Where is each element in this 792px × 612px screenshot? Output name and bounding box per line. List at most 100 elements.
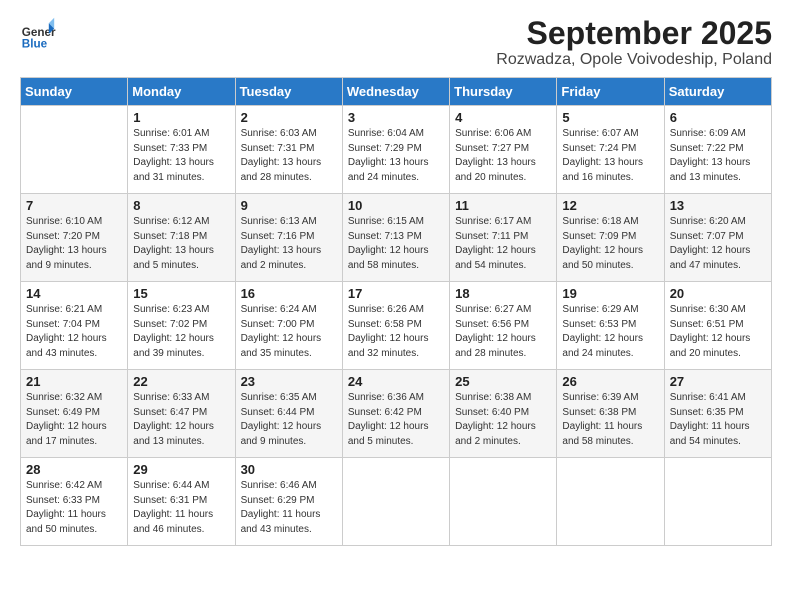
day-detail: Sunrise: 6:42 AMSunset: 6:33 PMDaylight:… (26, 479, 122, 537)
logo-icon: General Blue (20, 16, 56, 52)
calendar-cell: 4Sunrise: 6:06 AMSunset: 7:27 PMDaylight… (450, 106, 557, 194)
day-detail: Sunrise: 6:35 AMSunset: 6:44 PMDaylight:… (241, 391, 337, 449)
week-row-1: 1Sunrise: 6:01 AMSunset: 7:33 PMDaylight… (21, 106, 772, 194)
day-number: 18 (455, 286, 551, 301)
day-detail: Sunrise: 6:17 AMSunset: 7:11 PMDaylight:… (455, 215, 551, 273)
calendar-cell: 6 Sunrise: 6:09 AMSunset: 7:22 PMDaylight… (664, 106, 771, 194)
calendar-cell: 19 Sunrise: 6:29 AMSunset: 6:53 PMDayligh… (557, 282, 664, 370)
calendar-cell: 29 Sunrise: 6:44 AMSunset: 6:31 PMDayligh… (128, 458, 235, 546)
day-number: 5 (562, 110, 658, 125)
header-thursday: Thursday (450, 78, 557, 106)
week-row-2: 7 Sunrise: 6:10 AMSunset: 7:20 PMDaylight… (21, 194, 772, 282)
day-detail: Sunrise: 6:13 AMSunset: 7:16 PMDaylight:… (241, 215, 337, 273)
day-number: 29 (133, 462, 229, 477)
calendar-cell: 3Sunrise: 6:04 AMSunset: 7:29 PMDaylight… (342, 106, 449, 194)
day-detail: Sunrise: 6:23 AMSunset: 7:02 PMDaylight:… (133, 303, 229, 361)
calendar-cell: 11 Sunrise: 6:17 AMSunset: 7:11 PMDayligh… (450, 194, 557, 282)
day-number: 27 (670, 374, 766, 389)
day-number: 2 (241, 110, 337, 125)
day-number: 14 (26, 286, 122, 301)
logo: General Blue (20, 16, 56, 52)
title-block: September 2025 Rozwadza, Opole Voivodesh… (496, 16, 772, 69)
day-detail: Sunrise: 6:20 AMSunset: 7:07 PMDaylight:… (670, 215, 766, 273)
header-friday: Friday (557, 78, 664, 106)
day-number: 12 (562, 198, 658, 213)
day-number: 25 (455, 374, 551, 389)
day-detail: Sunrise: 6:01 AMSunset: 7:33 PMDaylight:… (133, 127, 229, 185)
page-title: September 2025 (496, 16, 772, 51)
calendar-cell: 2 Sunrise: 6:03 AMSunset: 7:31 PMDaylight… (235, 106, 342, 194)
calendar-cell: 23 Sunrise: 6:35 AMSunset: 6:44 PMDayligh… (235, 370, 342, 458)
day-number: 15 (133, 286, 229, 301)
calendar-cell: 7 Sunrise: 6:10 AMSunset: 7:20 PMDaylight… (21, 194, 128, 282)
calendar-cell: 15 Sunrise: 6:23 AMSunset: 7:02 PMDayligh… (128, 282, 235, 370)
day-detail: Sunrise: 6:36 AMSunset: 6:42 PMDaylight:… (348, 391, 444, 449)
day-detail: Sunrise: 6:06 AMSunset: 7:27 PMDaylight:… (455, 127, 551, 185)
header-saturday: Saturday (664, 78, 771, 106)
page-subtitle: Rozwadza, Opole Voivodeship, Poland (496, 51, 772, 69)
header-tuesday: Tuesday (235, 78, 342, 106)
day-number: 30 (241, 462, 337, 477)
day-detail: Sunrise: 6:18 AMSunset: 7:09 PMDaylight:… (562, 215, 658, 273)
day-number: 17 (348, 286, 444, 301)
day-detail: Sunrise: 6:15 AMSunset: 7:13 PMDaylight:… (348, 215, 444, 273)
day-detail: Sunrise: 6:33 AMSunset: 6:47 PMDaylight:… (133, 391, 229, 449)
calendar-cell: 10 Sunrise: 6:15 AMSunset: 7:13 PMDayligh… (342, 194, 449, 282)
day-detail: Sunrise: 6:30 AMSunset: 6:51 PMDaylight:… (670, 303, 766, 361)
calendar-cell: 25 Sunrise: 6:38 AMSunset: 6:40 PMDayligh… (450, 370, 557, 458)
day-number: 6 (670, 110, 766, 125)
calendar-cell (450, 458, 557, 546)
calendar-cell (342, 458, 449, 546)
calendar-cell: 28 Sunrise: 6:42 AMSunset: 6:33 PMDayligh… (21, 458, 128, 546)
day-number: 28 (26, 462, 122, 477)
calendar-cell: 24 Sunrise: 6:36 AMSunset: 6:42 PMDayligh… (342, 370, 449, 458)
day-number: 23 (241, 374, 337, 389)
calendar-cell (664, 458, 771, 546)
calendar-cell: 21Sunrise: 6:32 AMSunset: 6:49 PMDayligh… (21, 370, 128, 458)
page-header: General Blue September 2025 Rozwadza, Op… (20, 16, 772, 69)
day-detail: Sunrise: 6:03 AMSunset: 7:31 PMDaylight:… (241, 127, 337, 185)
week-row-5: 28 Sunrise: 6:42 AMSunset: 6:33 PMDayligh… (21, 458, 772, 546)
calendar-cell: 18 Sunrise: 6:27 AMSunset: 6:56 PMDayligh… (450, 282, 557, 370)
day-detail: Sunrise: 6:09 AMSunset: 7:22 PMDaylight:… (670, 127, 766, 185)
day-detail: Sunrise: 6:32 AMSunset: 6:49 PMDaylight:… (26, 391, 122, 449)
day-number: 7 (26, 198, 122, 213)
week-row-3: 14 Sunrise: 6:21 AMSunset: 7:04 PMDayligh… (21, 282, 772, 370)
day-number: 20 (670, 286, 766, 301)
day-detail: Sunrise: 6:39 AMSunset: 6:38 PMDaylight:… (562, 391, 658, 449)
day-detail: Sunrise: 6:26 AMSunset: 6:58 PMDaylight:… (348, 303, 444, 361)
day-number: 11 (455, 198, 551, 213)
day-number: 16 (241, 286, 337, 301)
day-detail: Sunrise: 6:21 AMSunset: 7:04 PMDaylight:… (26, 303, 122, 361)
calendar-cell: 16 Sunrise: 6:24 AMSunset: 7:00 PMDayligh… (235, 282, 342, 370)
calendar-cell: 22 Sunrise: 6:33 AMSunset: 6:47 PMDayligh… (128, 370, 235, 458)
day-detail: Sunrise: 6:27 AMSunset: 6:56 PMDaylight:… (455, 303, 551, 361)
calendar-cell: 14 Sunrise: 6:21 AMSunset: 7:04 PMDayligh… (21, 282, 128, 370)
calendar-cell: 26 Sunrise: 6:39 AMSunset: 6:38 PMDayligh… (557, 370, 664, 458)
day-detail: Sunrise: 6:29 AMSunset: 6:53 PMDaylight:… (562, 303, 658, 361)
day-number: 8 (133, 198, 229, 213)
day-number: 26 (562, 374, 658, 389)
header-wednesday: Wednesday (342, 78, 449, 106)
day-detail: Sunrise: 6:24 AMSunset: 7:00 PMDaylight:… (241, 303, 337, 361)
day-number: 3 (348, 110, 444, 125)
day-detail: Sunrise: 6:41 AMSunset: 6:35 PMDaylight:… (670, 391, 766, 449)
calendar-cell: 9Sunrise: 6:13 AMSunset: 7:16 PMDaylight… (235, 194, 342, 282)
calendar-cell: 5Sunrise: 6:07 AMSunset: 7:24 PMDaylight… (557, 106, 664, 194)
day-number: 13 (670, 198, 766, 213)
calendar-cell: 30Sunrise: 6:46 AMSunset: 6:29 PMDayligh… (235, 458, 342, 546)
calendar-cell: 20 Sunrise: 6:30 AMSunset: 6:51 PMDayligh… (664, 282, 771, 370)
week-row-4: 21Sunrise: 6:32 AMSunset: 6:49 PMDayligh… (21, 370, 772, 458)
day-number: 24 (348, 374, 444, 389)
header-monday: Monday (128, 78, 235, 106)
calendar-cell: 27 Sunrise: 6:41 AMSunset: 6:35 PMDayligh… (664, 370, 771, 458)
day-detail: Sunrise: 6:44 AMSunset: 6:31 PMDaylight:… (133, 479, 229, 537)
day-detail: Sunrise: 6:10 AMSunset: 7:20 PMDaylight:… (26, 215, 122, 273)
day-detail: Sunrise: 6:38 AMSunset: 6:40 PMDaylight:… (455, 391, 551, 449)
day-number: 10 (348, 198, 444, 213)
calendar-header-row: SundayMondayTuesdayWednesdayThursdayFrid… (21, 78, 772, 106)
day-number: 22 (133, 374, 229, 389)
day-number: 19 (562, 286, 658, 301)
calendar-cell: 12 Sunrise: 6:18 AMSunset: 7:09 PMDayligh… (557, 194, 664, 282)
calendar-cell: 17 Sunrise: 6:26 AMSunset: 6:58 PMDayligh… (342, 282, 449, 370)
